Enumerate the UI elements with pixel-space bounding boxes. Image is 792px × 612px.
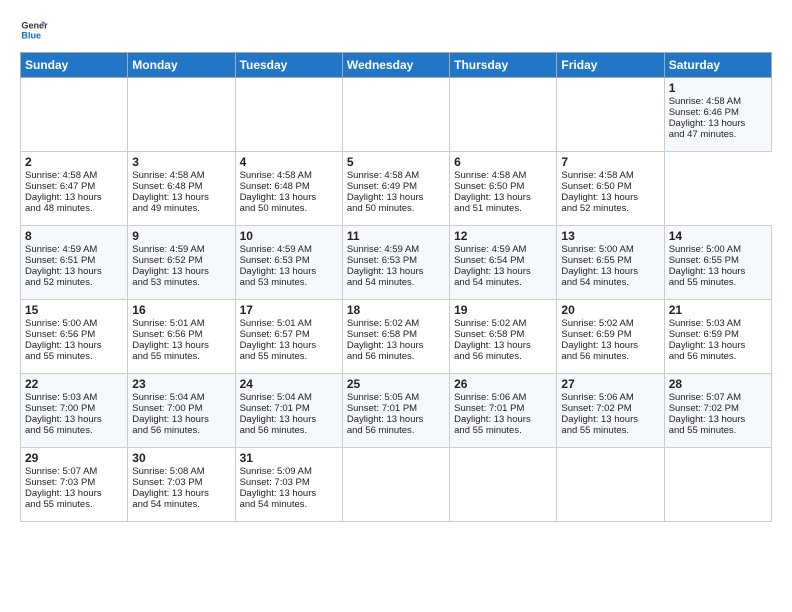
day-cell: 31Sunrise: 5:09 AMSunset: 7:03 PMDayligh…: [235, 448, 342, 522]
logo-icon: General Blue: [20, 16, 48, 44]
empty-cell: [450, 78, 557, 152]
day-cell: 9Sunrise: 4:59 AMSunset: 6:52 PMDaylight…: [128, 226, 235, 300]
week-row-4: 15Sunrise: 5:00 AMSunset: 6:56 PMDayligh…: [21, 300, 772, 374]
day-cell: 13Sunrise: 5:00 AMSunset: 6:55 PMDayligh…: [557, 226, 664, 300]
day-cell: [342, 448, 449, 522]
day-cell: 15Sunrise: 5:00 AMSunset: 6:56 PMDayligh…: [21, 300, 128, 374]
day-cell: 4Sunrise: 4:58 AMSunset: 6:48 PMDaylight…: [235, 152, 342, 226]
week-row-6: 29Sunrise: 5:07 AMSunset: 7:03 PMDayligh…: [21, 448, 772, 522]
logo: General Blue: [20, 16, 52, 44]
day-cell: 21Sunrise: 5:03 AMSunset: 6:59 PMDayligh…: [664, 300, 771, 374]
empty-cell: [342, 78, 449, 152]
day-header-sunday: Sunday: [21, 53, 128, 78]
svg-text:Blue: Blue: [21, 30, 41, 40]
day-cell: 2Sunrise: 4:58 AMSunset: 6:47 PMDaylight…: [21, 152, 128, 226]
day-cell: 22Sunrise: 5:03 AMSunset: 7:00 PMDayligh…: [21, 374, 128, 448]
day-cell: [664, 448, 771, 522]
day-header-friday: Friday: [557, 53, 664, 78]
week-row-5: 22Sunrise: 5:03 AMSunset: 7:00 PMDayligh…: [21, 374, 772, 448]
day-header-thursday: Thursday: [450, 53, 557, 78]
day-cell: 19Sunrise: 5:02 AMSunset: 6:58 PMDayligh…: [450, 300, 557, 374]
day-cell: 24Sunrise: 5:04 AMSunset: 7:01 PMDayligh…: [235, 374, 342, 448]
day-cell: 27Sunrise: 5:06 AMSunset: 7:02 PMDayligh…: [557, 374, 664, 448]
day-cell: 8Sunrise: 4:59 AMSunset: 6:51 PMDaylight…: [21, 226, 128, 300]
day-cell: 11Sunrise: 4:59 AMSunset: 6:53 PMDayligh…: [342, 226, 449, 300]
day-cell: 20Sunrise: 5:02 AMSunset: 6:59 PMDayligh…: [557, 300, 664, 374]
day-cell: 1Sunrise: 4:58 AMSunset: 6:46 PMDaylight…: [664, 78, 771, 152]
day-cell: 17Sunrise: 5:01 AMSunset: 6:57 PMDayligh…: [235, 300, 342, 374]
empty-cell: [128, 78, 235, 152]
header: General Blue: [20, 16, 772, 44]
page: General Blue SundayMondayTuesdayWednesda…: [0, 0, 792, 534]
day-cell: 7Sunrise: 4:58 AMSunset: 6:50 PMDaylight…: [557, 152, 664, 226]
day-cell: 18Sunrise: 5:02 AMSunset: 6:58 PMDayligh…: [342, 300, 449, 374]
week-row-2: 2Sunrise: 4:58 AMSunset: 6:47 PMDaylight…: [21, 152, 772, 226]
day-cell: 5Sunrise: 4:58 AMSunset: 6:49 PMDaylight…: [342, 152, 449, 226]
empty-cell: [557, 78, 664, 152]
day-cell: [450, 448, 557, 522]
day-cell: 6Sunrise: 4:58 AMSunset: 6:50 PMDaylight…: [450, 152, 557, 226]
day-cell: 12Sunrise: 4:59 AMSunset: 6:54 PMDayligh…: [450, 226, 557, 300]
day-cell: [557, 448, 664, 522]
day-cell: 28Sunrise: 5:07 AMSunset: 7:02 PMDayligh…: [664, 374, 771, 448]
day-cell: 30Sunrise: 5:08 AMSunset: 7:03 PMDayligh…: [128, 448, 235, 522]
day-header-tuesday: Tuesday: [235, 53, 342, 78]
week-row-3: 8Sunrise: 4:59 AMSunset: 6:51 PMDaylight…: [21, 226, 772, 300]
day-cell: 23Sunrise: 5:04 AMSunset: 7:00 PMDayligh…: [128, 374, 235, 448]
day-header-wednesday: Wednesday: [342, 53, 449, 78]
day-cell: 25Sunrise: 5:05 AMSunset: 7:01 PMDayligh…: [342, 374, 449, 448]
day-header-monday: Monday: [128, 53, 235, 78]
header-row: SundayMondayTuesdayWednesdayThursdayFrid…: [21, 53, 772, 78]
week-row-1: 1Sunrise: 4:58 AMSunset: 6:46 PMDaylight…: [21, 78, 772, 152]
empty-cell: [21, 78, 128, 152]
day-cell: 16Sunrise: 5:01 AMSunset: 6:56 PMDayligh…: [128, 300, 235, 374]
empty-cell: [235, 78, 342, 152]
day-header-saturday: Saturday: [664, 53, 771, 78]
day-cell: 10Sunrise: 4:59 AMSunset: 6:53 PMDayligh…: [235, 226, 342, 300]
calendar-table: SundayMondayTuesdayWednesdayThursdayFrid…: [20, 52, 772, 522]
day-cell: 3Sunrise: 4:58 AMSunset: 6:48 PMDaylight…: [128, 152, 235, 226]
day-cell: 29Sunrise: 5:07 AMSunset: 7:03 PMDayligh…: [21, 448, 128, 522]
day-cell: 26Sunrise: 5:06 AMSunset: 7:01 PMDayligh…: [450, 374, 557, 448]
day-cell: 14Sunrise: 5:00 AMSunset: 6:55 PMDayligh…: [664, 226, 771, 300]
